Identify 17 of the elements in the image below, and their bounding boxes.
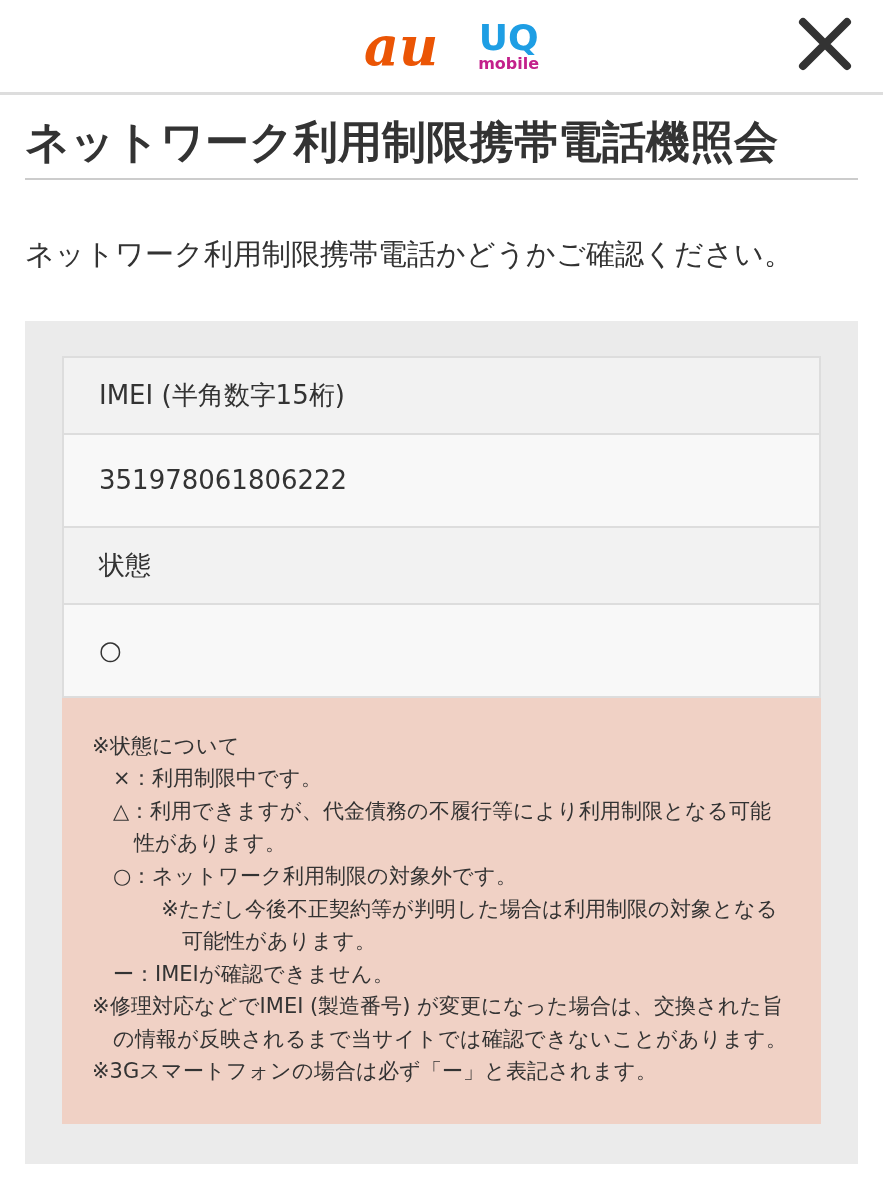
page-title: ネットワーク利用制限携帯電話機照会 xyxy=(25,113,858,181)
note-text: ※修理対応などでIMEI (製造番号) が変更になった場合は、交換された旨の情報が反映されるまで当サイトでは確認できないことがあります。 xyxy=(92,993,788,1053)
uq-logo: UQ mobile xyxy=(478,20,540,72)
field-label: IMEI (半角数字15桁) xyxy=(64,357,819,435)
au-logo: au xyxy=(363,19,439,73)
close-icon[interactable] xyxy=(797,16,853,72)
field-value: ○ xyxy=(64,604,819,698)
note-text: ○：ネットワーク利用制限の対象外です。 xyxy=(113,862,519,890)
note-text: ※ただし今後不正契約等が判明した場合は利用制限の対象となる可能性があります。 xyxy=(161,895,779,956)
lead-text: ネットワーク利用制限携帯電話かどうかご確認ください。 xyxy=(25,236,794,274)
note-text: ー：IMEIが確認できません。 xyxy=(113,960,395,988)
note-text: △：利用できますが、代金債務の不履行等により利用制限となる可能性があります。 xyxy=(113,797,773,858)
field-value: 351978061806222 xyxy=(64,434,819,528)
note-text: ※3Gスマートフォンの場合は必ず「ー」と表記されます。 xyxy=(92,1058,659,1086)
note-text: ×：利用制限中です。 xyxy=(113,765,323,793)
field-label: 状態 xyxy=(64,527,819,605)
note-text: ※状態について xyxy=(92,732,241,760)
